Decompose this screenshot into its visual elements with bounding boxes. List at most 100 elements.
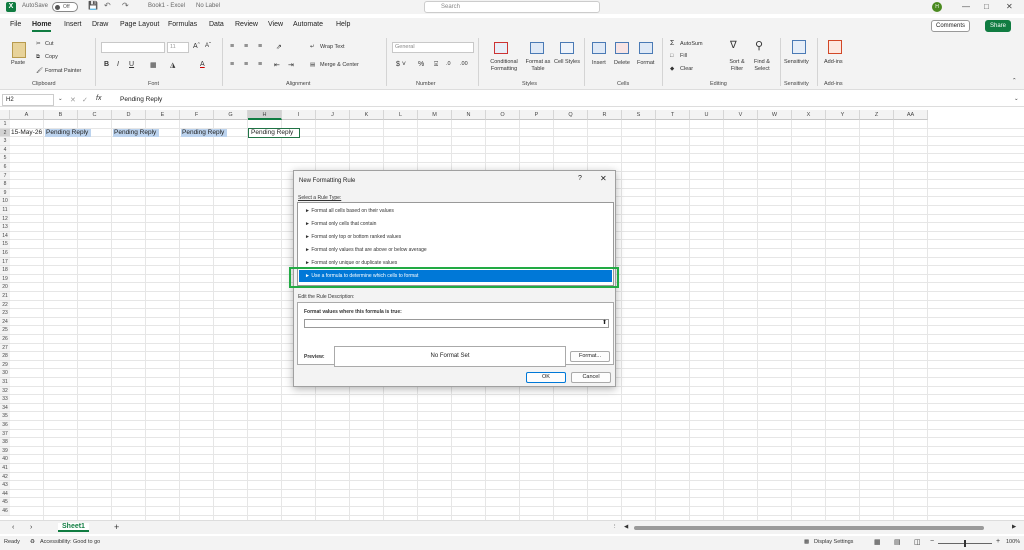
normal-view-icon[interactable]: ▦ [874, 538, 881, 546]
column-header[interactable]: AA [894, 110, 928, 120]
display-settings-icon[interactable]: ▩ [804, 539, 809, 545]
cell-styles-button[interactable]: Cell Styles [554, 59, 580, 66]
zoom-in-icon[interactable]: + [996, 538, 1000, 545]
dialog-close-icon[interactable]: ✕ [600, 174, 607, 183]
row-header[interactable]: 11 [0, 206, 10, 215]
cut-icon[interactable]: ✂ [36, 41, 41, 47]
row-header[interactable]: 44 [0, 489, 10, 499]
row-header[interactable]: 7 [0, 171, 10, 181]
row-header[interactable]: 14 [0, 231, 10, 241]
row-header[interactable]: 15 [0, 240, 10, 249]
column-header[interactable]: K [350, 110, 384, 120]
column-header[interactable]: M [418, 110, 452, 120]
row-header[interactable]: 38 [0, 438, 10, 447]
sheet-tab-sheet1[interactable]: Sheet1 [58, 523, 89, 532]
row-header[interactable]: 20 [0, 283, 10, 292]
row-header[interactable]: 1 [0, 120, 10, 129]
conditional-formatting-button[interactable]: Conditional Formatting [484, 59, 524, 73]
rule-type-item[interactable]: ► Format only cells that contain [299, 218, 612, 230]
format-painter-button[interactable]: Format Painter [45, 68, 81, 74]
column-header[interactable]: A [10, 110, 44, 120]
share-button[interactable]: Share [985, 20, 1012, 32]
font-color-icon[interactable]: A [200, 61, 205, 68]
currency-icon[interactable]: $ ˅ [396, 61, 406, 68]
fill-color-icon[interactable]: ◮ [170, 61, 175, 69]
align-left-icon[interactable]: ≡ [230, 61, 234, 68]
row-header[interactable]: 40 [0, 455, 10, 464]
rule-type-item[interactable]: ► Format only values that are above or b… [299, 244, 612, 256]
row-header[interactable]: 21 [0, 292, 10, 301]
row-header[interactable]: 33 [0, 395, 10, 404]
autosave-toggle[interactable]: Off [52, 2, 78, 12]
align-center-icon[interactable]: ≡ [244, 61, 248, 68]
wrap-text-icon[interactable]: ↵ [310, 44, 315, 50]
column-header[interactable]: I [282, 110, 316, 120]
page-break-view-icon[interactable]: ◫ [914, 538, 921, 546]
tab-page-layout[interactable]: Page Layout [120, 21, 159, 28]
autosum-button[interactable]: AutoSum [680, 41, 703, 47]
row-header[interactable]: 19 [0, 274, 10, 284]
row-header[interactable]: 37 [0, 429, 10, 439]
close-icon[interactable]: ✕ [1006, 2, 1013, 11]
increase-decimal-icon[interactable]: .0 [446, 61, 451, 67]
borders-icon[interactable]: ▦ [150, 61, 157, 69]
cancel-entry-icon[interactable]: ✕ [70, 96, 76, 104]
row-header[interactable]: 39 [0, 446, 10, 456]
row-header[interactable]: 10 [0, 197, 10, 206]
sort-filter-icon[interactable]: ∇ [730, 40, 737, 51]
column-header[interactable]: N [452, 110, 486, 120]
tab-formulas[interactable]: Formulas [168, 21, 197, 28]
maximize-icon[interactable]: □ [984, 2, 989, 11]
percent-icon[interactable]: % [418, 61, 424, 68]
row-header[interactable]: 18 [0, 266, 10, 275]
insert-cells-icon[interactable] [592, 42, 606, 54]
cell-d2[interactable]: Pending Reply [113, 128, 159, 137]
row-header[interactable]: 36 [0, 421, 10, 430]
insert-function-icon[interactable]: fx [96, 95, 101, 102]
scroll-right-icon[interactable]: ▶ [1012, 524, 1016, 530]
find-select-button[interactable]: Find & Select [750, 59, 774, 73]
row-header[interactable]: 16 [0, 249, 10, 258]
row-header[interactable]: 9 [0, 188, 10, 198]
search-box[interactable]: Search [424, 1, 600, 13]
cell-a2[interactable]: 15-May-26 [11, 129, 44, 137]
format-button[interactable]: Format... [570, 351, 610, 362]
column-header[interactable]: F [180, 110, 214, 120]
row-header[interactable]: 25 [0, 326, 10, 335]
underline-icon[interactable]: U [129, 61, 134, 68]
decrease-decimal-icon[interactable]: .00 [460, 61, 468, 67]
rule-type-item[interactable]: ► Format only top or bottom ranked value… [299, 231, 612, 243]
row-header[interactable]: 41 [0, 464, 10, 473]
clear-icon[interactable]: ◆ [670, 66, 674, 72]
format-painter-icon[interactable]: 🖌 [36, 68, 43, 74]
row-header[interactable]: 26 [0, 335, 10, 344]
page-layout-view-icon[interactable]: ▤ [894, 538, 901, 546]
bold-icon[interactable]: B [104, 61, 109, 68]
add-ins-icon[interactable] [828, 40, 842, 54]
merge-icon[interactable]: ▤ [310, 62, 315, 68]
add-ins-button[interactable]: Add-ins [824, 59, 843, 65]
format-as-table-button[interactable]: Format as Table [522, 59, 554, 73]
copy-button[interactable]: Copy [45, 54, 58, 60]
column-header[interactable]: R [588, 110, 622, 120]
align-middle-icon[interactable]: ≡ [244, 43, 248, 50]
conditional-formatting-icon[interactable] [494, 42, 508, 54]
row-header[interactable]: 27 [0, 343, 10, 353]
row-header[interactable]: 31 [0, 378, 10, 387]
row-header[interactable]: 22 [0, 300, 10, 310]
sensitivity-button[interactable]: Sensitivity [784, 59, 809, 65]
cell-b2[interactable]: Pending Reply [45, 128, 91, 137]
name-box-dropdown-icon[interactable]: ⌄ [58, 96, 63, 102]
wrap-text-button[interactable]: Wrap Text [320, 44, 345, 50]
align-right-icon[interactable]: ≡ [258, 61, 262, 68]
zoom-level[interactable]: 100% [1006, 539, 1020, 545]
horizontal-scrollbar[interactable] [634, 526, 984, 530]
row-header[interactable]: 8 [0, 180, 10, 189]
row-header[interactable]: 5 [0, 154, 10, 163]
column-header[interactable]: E [146, 110, 180, 120]
scroll-left-icon[interactable]: ◀ [624, 524, 628, 530]
tab-review[interactable]: Review [235, 21, 258, 28]
avatar[interactable]: H [932, 2, 942, 12]
tab-home[interactable]: Home [32, 21, 52, 32]
increase-indent-icon[interactable]: ⇥ [288, 61, 294, 69]
